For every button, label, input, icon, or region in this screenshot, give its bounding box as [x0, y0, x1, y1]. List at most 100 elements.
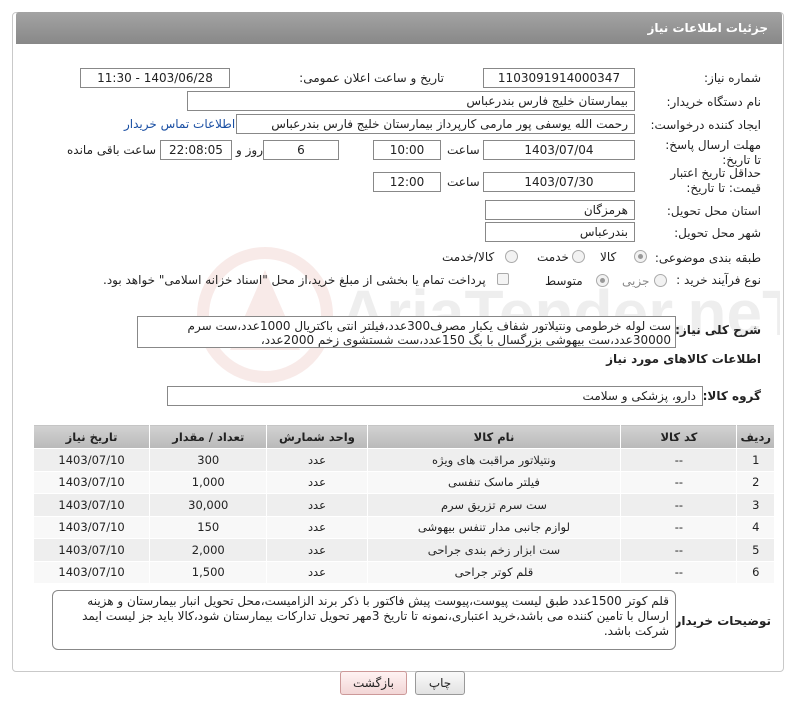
purchase-option-small: جزیی	[622, 274, 650, 288]
col-need-date: تاریخ نیاز	[32, 424, 151, 449]
cell-row-number: 3	[736, 493, 775, 517]
cell-need-date: 1403/07/10	[32, 493, 151, 517]
cell-unit: عدد	[266, 470, 368, 494]
cell-item-code: --	[620, 560, 738, 584]
deadline-label: مهلت ارسال پاسخ: تا تاریخ:	[665, 138, 761, 167]
cell-need-date: 1403/07/10	[32, 538, 151, 562]
cell-item-code: --	[620, 448, 738, 472]
days-field: 6	[263, 140, 339, 160]
cell-item-name: ونتیلاتور مراقبت های ویژه	[366, 448, 622, 472]
announce-label: تاریخ و ساعت اعلان عمومی:	[299, 71, 444, 85]
cell-unit: عدد	[266, 538, 368, 562]
deadline-date-field: 1403/07/04	[483, 140, 635, 160]
creator-field: رحمت الله یوسفی پور مارمی کارپرداز بیمار…	[236, 114, 635, 134]
buyer-org-label: نام دستگاه خریدار:	[666, 95, 762, 109]
description-label: شرح کلی نیاز:	[675, 323, 761, 337]
cell-unit: عدد	[266, 448, 368, 472]
cell-row-number: 6	[736, 560, 775, 584]
cell-item-code: --	[620, 470, 738, 494]
purchase-radio-small[interactable]	[654, 274, 667, 287]
cell-row-number: 4	[736, 515, 775, 539]
purchase-option-medium: متوسط	[545, 274, 583, 288]
city-label: شهر محل تحویل:	[674, 226, 761, 240]
creator-label: ایجاد کننده درخواست:	[650, 118, 761, 132]
province-label: استان محل تحویل:	[666, 204, 761, 218]
col-item-code: کد کالا	[620, 424, 738, 449]
purchase-type-label: نوع فرآیند خرید :	[676, 273, 761, 287]
category-radio-service[interactable]	[572, 250, 585, 263]
goods-table: ردیف کد کالا نام کالا واحد شمارش تعداد /…	[32, 424, 775, 584]
purchase-radio-medium[interactable]	[596, 274, 609, 287]
table-row: 6 -- قلم کوتر جراحی عدد 1,500 1403/07/10	[32, 560, 775, 584]
need-number-field: 1103091914000347	[483, 68, 635, 88]
table-row: 2 -- فیلتر ماسک تنفسی عدد 1,000 1403/07/…	[32, 470, 775, 494]
cell-quantity: 2,000	[149, 538, 268, 562]
cell-item-code: --	[620, 538, 738, 562]
cell-quantity: 300	[149, 448, 268, 472]
cell-unit: عدد	[266, 493, 368, 517]
category-option-goods-service: کالا/خدمت	[442, 250, 495, 264]
table-row: 3 -- ست سرم تزریق سرم عدد 30,000 1403/07…	[32, 493, 775, 517]
need-number-label: شماره نیاز:	[704, 71, 761, 85]
page-title: جزئیات اطلاعات نیاز	[647, 21, 768, 35]
validity-date-field: 1403/07/30	[483, 172, 635, 192]
table-row: 5 -- ست ابزار زخم بندی جراحی عدد 2,000 1…	[32, 538, 775, 562]
table-row: 1 -- ونتیلاتور مراقبت های ویژه عدد 300 1…	[32, 448, 775, 472]
days-label: روز و	[236, 143, 263, 157]
table-row: 4 -- لوازم جانبی مدار تنفس بیهوشی عدد 15…	[32, 515, 775, 539]
contact-info-link[interactable]: اطلاعات تماس خریدار	[124, 117, 235, 131]
province-field: هرمزگان	[485, 200, 635, 220]
category-radio-goods[interactable]	[634, 250, 647, 263]
col-unit: واحد شمارش	[266, 424, 368, 449]
cell-need-date: 1403/07/10	[32, 448, 151, 472]
cell-item-name: فیلتر ماسک تنفسی	[366, 470, 622, 494]
treasury-payment-checkbox[interactable]	[497, 273, 509, 285]
remaining-label: ساعت باقی مانده	[67, 143, 157, 157]
cell-quantity: 1,500	[149, 560, 268, 584]
announce-field: 1403/06/28 - 11:30	[80, 68, 230, 88]
validity-label: حداقل تاریخ اعتبار قیمت: تا تاریخ:	[670, 166, 761, 195]
goods-table-header: ردیف کد کالا نام کالا واحد شمارش تعداد /…	[32, 424, 775, 449]
goods-section-title: اطلاعات کالاهای مورد نیاز	[606, 352, 761, 366]
category-radio-goods-service[interactable]	[505, 250, 518, 263]
category-label: طبقه بندی موضوعی:	[654, 251, 761, 265]
category-option-goods: کالا	[600, 250, 617, 264]
city-field: بندرعباس	[485, 222, 635, 242]
cell-quantity: 1,000	[149, 470, 268, 494]
category-option-service: خدمت	[537, 250, 569, 264]
col-row-number: ردیف	[736, 424, 775, 449]
goods-group-label: گروه کالا:	[702, 389, 761, 403]
cell-quantity: 30,000	[149, 493, 268, 517]
cell-item-code: --	[620, 493, 738, 517]
description-textarea[interactable]: ست لوله خرطومی ونتیلاتور شفاف یکبار مصرف…	[137, 316, 676, 348]
buyer-notes-text: قلم کوتر 1500عدد طبق لیست پیوست،پیوست پی…	[52, 590, 676, 650]
cell-need-date: 1403/07/10	[32, 560, 151, 584]
col-quantity: تعداد / مقدار	[149, 424, 268, 449]
cell-need-date: 1403/07/10	[32, 515, 151, 539]
cell-unit: عدد	[266, 515, 368, 539]
buyer-org-field: بیمارستان خلیج فارس بندرعباس	[187, 91, 635, 111]
cell-row-number: 5	[736, 538, 775, 562]
cell-unit: عدد	[266, 560, 368, 584]
validity-time-field: 12:00	[373, 172, 441, 192]
cell-need-date: 1403/07/10	[32, 470, 151, 494]
cell-item-code: --	[620, 515, 738, 539]
cell-item-name: قلم کوتر جراحی	[366, 560, 622, 584]
remaining-time-field: 22:08:05	[160, 140, 232, 160]
col-item-name: نام کالا	[366, 424, 622, 449]
cell-quantity: 150	[149, 515, 268, 539]
cell-row-number: 1	[736, 448, 775, 472]
print-button[interactable]: چاپ	[415, 671, 465, 695]
back-button[interactable]: بازگشت	[340, 671, 407, 695]
payment-note: پرداخت تمام یا بخشی از مبلغ خرید،از محل …	[103, 273, 486, 287]
cell-item-name: ست ابزار زخم بندی جراحی	[366, 538, 622, 562]
cell-item-name: ست سرم تزریق سرم	[366, 493, 622, 517]
validity-time-label: ساعت	[447, 175, 480, 189]
deadline-time-field: 10:00	[373, 140, 441, 160]
goods-group-field: دارو، پزشکی و سلامت	[167, 386, 703, 406]
buyer-notes-label: توضیحات خریدار:	[669, 614, 771, 628]
cell-item-name: لوازم جانبی مدار تنفس بیهوشی	[366, 515, 622, 539]
cell-row-number: 2	[736, 470, 775, 494]
deadline-time-label: ساعت	[447, 143, 480, 157]
page-header: جزئیات اطلاعات نیاز	[16, 12, 782, 44]
